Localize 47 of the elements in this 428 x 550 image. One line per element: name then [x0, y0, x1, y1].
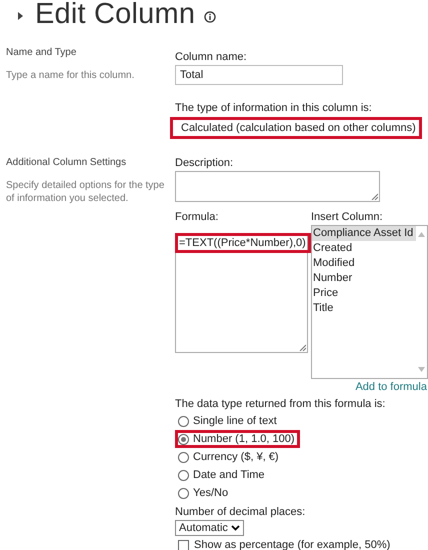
column-list-item[interactable]: Number: [312, 271, 416, 286]
radio-option[interactable]: Number (1, 1.0, 100): [175, 430, 300, 448]
field-label: Number of decimal places:: [175, 506, 306, 519]
radio-label: Yes/No: [193, 487, 228, 499]
radio-button[interactable]: [178, 452, 189, 462]
radio-button[interactable]: [178, 416, 189, 426]
radio-option[interactable]: Yes/No: [175, 484, 234, 502]
radio-label: Currency ($, ¥, €): [193, 451, 279, 463]
field-label: The data type returned from this formula is:: [175, 398, 386, 411]
radio-label: Single line of text: [193, 415, 277, 427]
field-label: Description:: [175, 157, 234, 170]
formula-field[interactable]: =TEXT((Price*Number),0): [175, 233, 308, 353]
page-title: Edit Column: [35, 0, 196, 30]
column-list-item[interactable]: Price: [312, 286, 416, 301]
checkbox[interactable]: [178, 540, 189, 550]
column-type-value: Calculated (calculation based on other columns): [170, 117, 422, 139]
section-heading: Name and Type: [6, 47, 78, 58]
checkbox-label: Show as percentage (for example, 50%): [194, 539, 390, 550]
info-icon[interactable]: [204, 11, 216, 23]
resize-grip-icon[interactable]: [299, 344, 306, 351]
decimal-places-select[interactable]: Automatic: [175, 520, 244, 536]
radio-button[interactable]: [178, 488, 189, 498]
radio-option[interactable]: Currency ($, ¥, €): [175, 448, 284, 466]
column-list-item[interactable]: Title: [312, 301, 416, 316]
field-label: Insert Column:: [311, 211, 384, 224]
column-list-item[interactable]: Compliance Asset Id: [312, 226, 416, 241]
description-field[interactable]: [175, 171, 380, 202]
add-to-formula-link[interactable]: Add to formula: [355, 381, 427, 393]
radio-button[interactable]: [178, 434, 189, 444]
section-heading: Additional Column Settings: [6, 157, 128, 168]
radio-label: Number (1, 1.0, 100): [193, 433, 294, 445]
resize-grip-icon[interactable]: [371, 193, 378, 200]
radio-option[interactable]: Single line of text: [175, 412, 282, 430]
column-list-item[interactable]: Modified: [312, 256, 416, 271]
radio-option[interactable]: Date and Time: [175, 466, 270, 484]
column-name-field[interactable]: Total: [175, 65, 343, 85]
expand-arrow-icon[interactable]: [18, 12, 23, 20]
section-description: Type a name for this column.: [6, 69, 136, 82]
radio-button[interactable]: [178, 470, 189, 480]
field-label: Formula:: [175, 211, 220, 224]
field-label: The type of information in this column is:: [175, 102, 373, 115]
section-description: Specify detailed options for the type of information you selected.: [6, 179, 166, 205]
radio-label: Date and Time: [193, 469, 265, 481]
formula-text: =TEXT((Price*Number),0): [175, 233, 311, 253]
field-label: Column name:: [175, 51, 248, 64]
column-list-item[interactable]: Created: [312, 241, 416, 256]
chevron-down-icon: [230, 525, 240, 531]
